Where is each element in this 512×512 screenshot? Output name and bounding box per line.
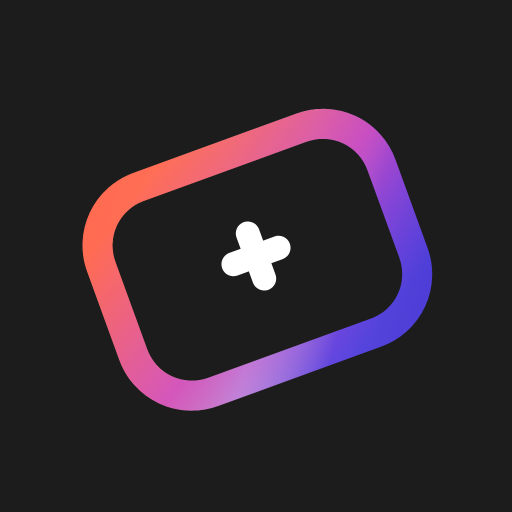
app-icon — [82, 108, 433, 411]
app-icon-canvas — [0, 0, 512, 512]
